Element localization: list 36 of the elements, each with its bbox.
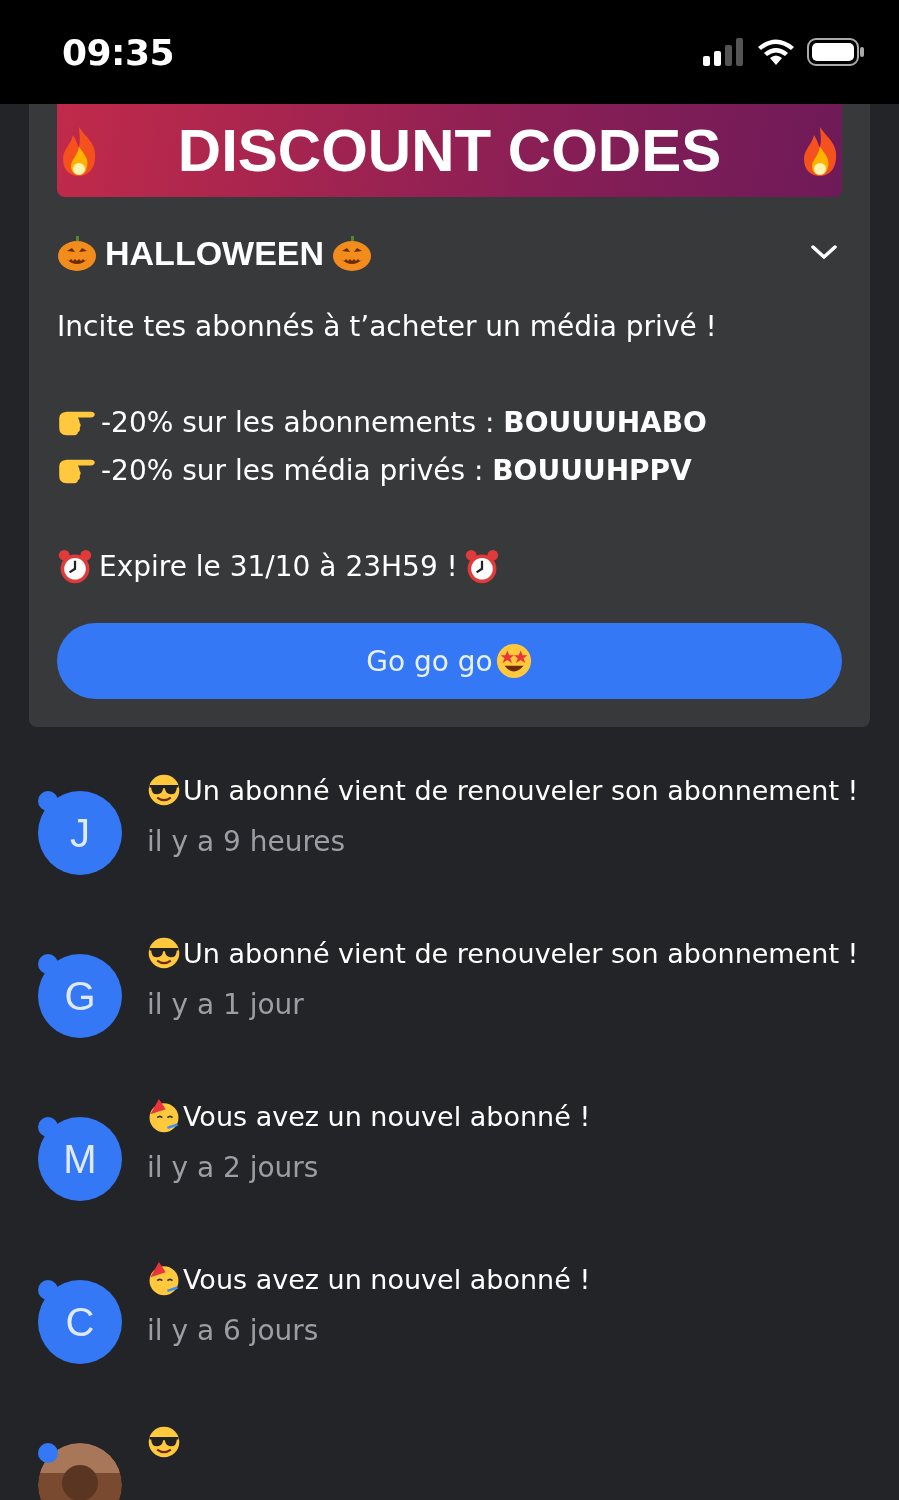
- battery-icon: [807, 38, 865, 66]
- pumpkin-icon: [332, 233, 373, 273]
- notification-message: Vous avez un nouvel abonné !: [183, 1263, 591, 1295]
- sunglasses-face-icon: [147, 773, 181, 807]
- avatar[interactable]: M: [38, 1117, 122, 1201]
- sunglasses-face-icon: [147, 936, 181, 970]
- code-line: -20% sur les abonnements : BOUUUHABO: [101, 405, 707, 441]
- code-line: -20% sur les média privés : BOUUUHPPV: [101, 453, 692, 489]
- notification-time: il y a 6 jours: [147, 1314, 320, 1347]
- alarm-clock-icon: [57, 549, 93, 585]
- chevron-down-icon: [810, 242, 838, 261]
- avatar[interactable]: G: [38, 954, 122, 1038]
- go-button[interactable]: Go go go: [57, 623, 842, 699]
- notification-message: Vous avez un nouvel abonné !: [183, 1100, 591, 1132]
- avatar[interactable]: C: [38, 1280, 122, 1364]
- party-face-icon: [147, 1262, 181, 1296]
- notification-message: Un abonné vient de renouveler son abonnement !: [183, 774, 859, 806]
- notification-time: il y a 9 heures: [147, 825, 347, 858]
- wifi-icon: [757, 38, 795, 66]
- alarm-clock-icon: [463, 549, 500, 585]
- pumpkin-icon: [57, 233, 97, 273]
- banner-title: DISCOUNT CODES: [177, 116, 722, 185]
- promo-text: Incite tes abonnés à t’acheter un média privé !: [57, 309, 718, 345]
- pointing-hand-icon: [57, 409, 95, 437]
- star-struck-face-icon: [494, 642, 533, 680]
- party-face-icon: [147, 1099, 181, 1133]
- promo-title: HALLOWEEN: [105, 233, 325, 273]
- notification-time: il y a 1 jour: [147, 988, 305, 1021]
- expiry-text: Expire le 31/10 à 23H59 !: [99, 549, 458, 585]
- pointing-hand-icon: [57, 457, 95, 485]
- sunglasses-face-icon: [147, 1425, 181, 1459]
- signal-icon: [703, 38, 745, 66]
- clock-time: 09:35: [62, 31, 175, 73]
- notification-time: il y a 2 jours: [147, 1151, 320, 1184]
- notification-message: Un abonné vient de renouveler son abonnement !: [183, 937, 859, 969]
- avatar[interactable]: J: [38, 791, 122, 875]
